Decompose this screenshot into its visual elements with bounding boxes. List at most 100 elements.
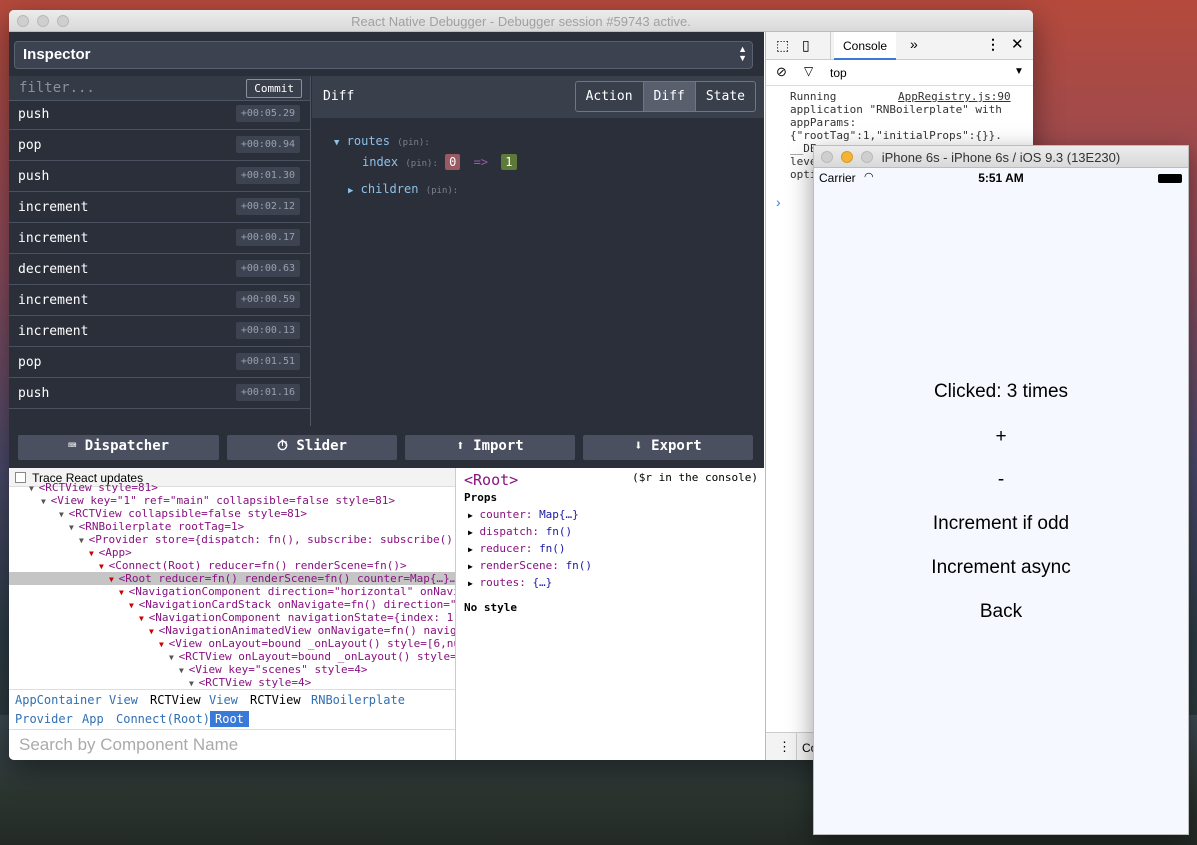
kebab-menu-icon[interactable]: ⋮	[986, 36, 1000, 53]
device-toggle-icon[interactable]: ▯	[802, 37, 810, 54]
breadcrumb-item-selected[interactable]: Root	[210, 711, 249, 727]
pin-label[interactable]: (pin):	[426, 186, 459, 196]
tree-node[interactable]: ▼ <RCTView style=81>	[9, 481, 455, 494]
action-item[interactable]: push +00:01.16	[9, 378, 310, 409]
expand-arrow-icon[interactable]: ▼	[179, 666, 189, 675]
prop-row[interactable]: ▶ routes: {…}	[468, 574, 756, 591]
increment-async-button[interactable]: Increment async	[814, 557, 1188, 579]
diff-node-routes[interactable]: ▼ routes (pin):	[334, 134, 517, 148]
diff-node-children[interactable]: ▶ children (pin):	[348, 182, 517, 196]
increment-button[interactable]: +	[814, 426, 1188, 448]
expand-arrow-icon[interactable]: ▼	[89, 549, 99, 558]
action-item[interactable]: pop +00:01.51	[9, 347, 310, 378]
action-item[interactable]: decrement +00:00.63	[9, 254, 310, 285]
tree-node[interactable]: ▼ <RCTView onLayout=bound _onLayout() st…	[9, 650, 455, 663]
expand-arrow-icon[interactable]: ▼	[189, 679, 199, 688]
action-item[interactable]: increment +00:02.12	[9, 192, 310, 223]
prop-row[interactable]: ▶ counter: Map{…}	[468, 506, 756, 523]
monitor-select[interactable]: Inspector ▲ ▼	[14, 41, 753, 69]
drawer-menu-icon[interactable]: ⋮	[778, 739, 791, 755]
expand-arrow-icon[interactable]: ▼	[159, 640, 169, 649]
expand-arrow-icon[interactable]: ▼	[109, 575, 119, 584]
breadcrumb-item[interactable]: RNBoilerplate	[311, 693, 405, 707]
console-prompt-icon[interactable]: ›	[776, 194, 781, 210]
breadcrumb-item[interactable]: Provider	[15, 712, 73, 726]
component-search-input[interactable]: Search by Component Name	[9, 729, 455, 760]
filter-icon[interactable]: ▽	[804, 64, 813, 78]
prop-row[interactable]: ▶ dispatch: fn()	[468, 523, 756, 540]
decrement-button[interactable]: -	[814, 469, 1188, 491]
pin-label[interactable]: (pin):	[397, 138, 430, 148]
expand-arrow-icon[interactable]: ▼	[169, 653, 179, 662]
log-source-link[interactable]: AppRegistry.js:90	[898, 90, 1011, 103]
pin-label[interactable]: (pin):	[405, 159, 438, 169]
action-item[interactable]: increment +00:00.13	[9, 316, 310, 347]
export-button[interactable]: ⬇ Export	[583, 435, 753, 460]
tree-node[interactable]: ▼ <Provider store={dispatch: fn(), subsc…	[9, 533, 455, 546]
tree-node[interactable]: ▼ <View key="scenes" style=4>	[9, 663, 455, 676]
tab-diff[interactable]: Diff	[642, 82, 695, 111]
prop-row[interactable]: ▶ reducer: fn()	[468, 540, 756, 557]
action-time: +00:00.94	[235, 136, 300, 153]
diff-tree: ▼ routes (pin): index (pin): 0 => 1 ▶ ch…	[334, 134, 517, 196]
slider-button[interactable]: ⏱ Slider	[227, 435, 397, 460]
tab-state[interactable]: State	[694, 82, 755, 111]
import-button[interactable]: ⬆ Import	[405, 435, 575, 460]
expand-arrow-icon[interactable]: ▼	[69, 523, 79, 532]
diff-node-index: index (pin): 0 => 1	[362, 154, 517, 170]
increment-if-odd-button[interactable]: Increment if odd	[814, 513, 1188, 535]
context-select[interactable]: top	[830, 66, 847, 80]
expand-arrow-icon[interactable]: ▼	[79, 536, 89, 545]
action-item[interactable]: push +00:05.29	[9, 99, 310, 130]
expand-arrow-icon[interactable]: ▼	[129, 601, 139, 610]
action-item[interactable]: push +00:01.30	[9, 161, 310, 192]
console-hint: ($r in the console)	[632, 471, 758, 484]
expand-arrow-icon[interactable]: ▼	[59, 510, 69, 519]
simulator-title: iPhone 6s - iPhone 6s / iOS 9.3 (13E230)	[881, 150, 1121, 165]
expand-arrow-icon: ▶	[468, 579, 473, 588]
tree-node-selected[interactable]: ▼ <Root reducer=fn() renderScene=fn() co…	[9, 572, 455, 585]
breadcrumb-item[interactable]: AppContainer	[15, 693, 102, 707]
tab-console[interactable]: Console	[834, 32, 897, 60]
expand-arrow-icon[interactable]: ▼	[41, 497, 51, 506]
action-item[interactable]: increment +00:00.17	[9, 223, 310, 254]
breadcrumb-item[interactable]: Connect(Root)	[116, 712, 210, 726]
action-item[interactable]: pop +00:00.94	[9, 130, 310, 161]
expand-arrow-icon[interactable]: ▼	[29, 484, 39, 493]
tree-node[interactable]: ▼ <RNBoilerplate rootTag=1>	[9, 520, 455, 533]
tree-node[interactable]: ▼ <View key="1" ref="main" collapsible=f…	[9, 494, 455, 507]
action-item[interactable]: increment +00:00.59	[9, 285, 310, 316]
breadcrumb-item[interactable]: View	[109, 693, 138, 707]
expand-arrow-icon[interactable]: ▼	[149, 627, 159, 636]
clear-console-icon[interactable]: ⊘	[776, 64, 787, 80]
tab-action[interactable]: Action	[576, 82, 643, 111]
tree-node[interactable]: ▼ <NavigationCardStack onNavigate=fn() d…	[9, 598, 455, 611]
expand-arrow-icon[interactable]: ▼	[119, 588, 129, 597]
close-icon[interactable]: ✕	[1011, 35, 1024, 53]
tree-node[interactable]: ▼ <View onLayout=bound _onLayout() style…	[9, 637, 455, 650]
back-button[interactable]: Back	[814, 601, 1188, 623]
expand-arrow-icon[interactable]: ▼	[139, 614, 149, 623]
breadcrumb-item[interactable]: View	[209, 693, 238, 707]
dispatcher-button[interactable]: ⌨ Dispatcher	[18, 435, 219, 460]
breadcrumb-item[interactable]: App	[82, 712, 104, 726]
commit-button[interactable]: Commit	[246, 79, 302, 98]
tree-node[interactable]: ▼ <NavigationAnimatedView onNavigate=fn(…	[9, 624, 455, 637]
expand-arrow-icon[interactable]: ▼	[99, 562, 109, 571]
tree-node[interactable]: ▼ <RCTView collapsible=false style=81>	[9, 507, 455, 520]
tree-node[interactable]: ▼ <App>	[9, 546, 455, 559]
chevron-down-icon[interactable]: ▼	[1014, 66, 1024, 77]
prop-row[interactable]: ▶ renderScene: fn()	[468, 557, 756, 574]
actions-list: filter... Commit push +00:05.29 pop +00:00.…	[9, 76, 311, 426]
tree-node-label: <NavigationAnimatedView onNavigate=fn() …	[158, 624, 455, 637]
tree-node-label: <RNBoilerplate rootTag=1>	[78, 520, 245, 533]
tree-node[interactable]: ▼ <RCTView style=4>	[9, 676, 455, 689]
filter-input[interactable]: filter...	[19, 80, 95, 96]
more-tabs-icon[interactable]: »	[910, 36, 918, 52]
tree-node[interactable]: ▼ <NavigationComponent direction="horizo…	[9, 585, 455, 598]
tree-node[interactable]: ▼ <Connect(Root) reducer=fn() renderScen…	[9, 559, 455, 572]
breadcrumb-item[interactable]: RCTView	[250, 693, 301, 707]
breadcrumb-item[interactable]: RCTView	[150, 693, 201, 707]
inspect-element-icon[interactable]: ⬚	[776, 37, 789, 54]
tree-node[interactable]: ▼ <NavigationComponent navigationState={…	[9, 611, 455, 624]
